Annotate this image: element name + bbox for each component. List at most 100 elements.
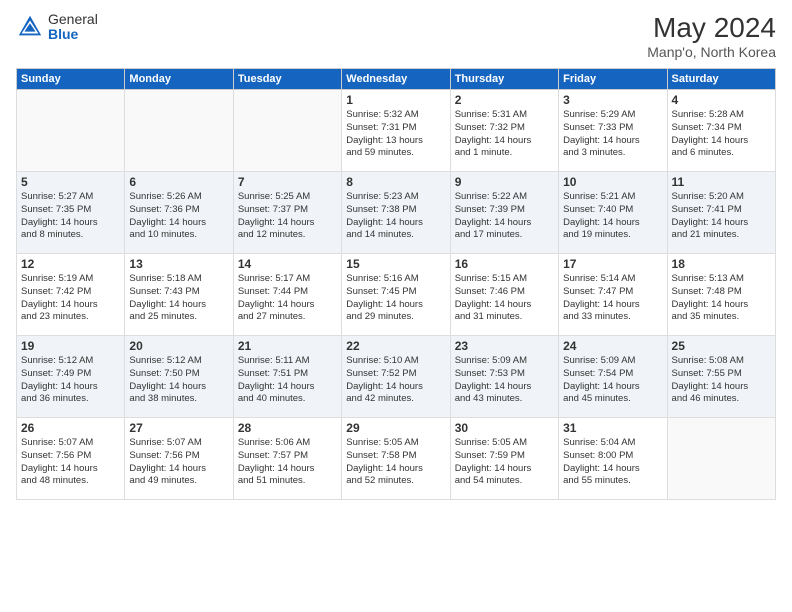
day-info: Sunrise: 5:23 AMSunset: 7:38 PMDaylight:…: [346, 191, 445, 242]
calendar-day-cell: 28 Sunrise: 5:06 AMSunset: 7:57 PMDayligh…: [233, 418, 341, 500]
day-info: Sunrise: 5:10 AMSunset: 7:52 PMDaylight:…: [346, 355, 445, 406]
calendar-day-cell: 12 Sunrise: 5:19 AMSunset: 7:42 PMDayligh…: [17, 254, 125, 336]
calendar-title: May 2024: [647, 12, 776, 44]
day-number: 17: [563, 257, 662, 271]
day-info: Sunrise: 5:11 AMSunset: 7:51 PMDaylight:…: [238, 355, 337, 406]
calendar-day-cell: 4 Sunrise: 5:28 AMSunset: 7:34 PMDaylight…: [667, 90, 775, 172]
day-number: 12: [21, 257, 120, 271]
day-number: 28: [238, 421, 337, 435]
calendar-day-cell: 14 Sunrise: 5:17 AMSunset: 7:44 PMDayligh…: [233, 254, 341, 336]
calendar-day-cell: 17 Sunrise: 5:14 AMSunset: 7:47 PMDayligh…: [559, 254, 667, 336]
logo-blue: Blue: [48, 27, 98, 42]
day-info: Sunrise: 5:25 AMSunset: 7:37 PMDaylight:…: [238, 191, 337, 242]
day-number: 8: [346, 175, 445, 189]
day-info: Sunrise: 5:17 AMSunset: 7:44 PMDaylight:…: [238, 273, 337, 324]
day-number: 7: [238, 175, 337, 189]
day-info: Sunrise: 5:12 AMSunset: 7:49 PMDaylight:…: [21, 355, 120, 406]
day-info: Sunrise: 5:07 AMSunset: 7:56 PMDaylight:…: [21, 437, 120, 488]
day-number: 15: [346, 257, 445, 271]
calendar-day-cell: 21 Sunrise: 5:11 AMSunset: 7:51 PMDayligh…: [233, 336, 341, 418]
title-block: May 2024 Manp'o, North Korea: [647, 12, 776, 60]
calendar-day-cell: 13Sunrise: 5:18 AMSunset: 7:43 PMDayligh…: [125, 254, 233, 336]
day-number: 9: [455, 175, 554, 189]
col-sunday: Sunday: [17, 69, 125, 90]
day-info: Sunrise: 5:16 AMSunset: 7:45 PMDaylight:…: [346, 273, 445, 324]
day-info: Sunrise: 5:19 AMSunset: 7:42 PMDaylight:…: [21, 273, 120, 324]
day-info: Sunrise: 5:05 AMSunset: 7:59 PMDaylight:…: [455, 437, 554, 488]
day-number: 25: [672, 339, 771, 353]
calendar-week-row: 26 Sunrise: 5:07 AMSunset: 7:56 PMDayligh…: [17, 418, 776, 500]
calendar-day-cell: 26 Sunrise: 5:07 AMSunset: 7:56 PMDayligh…: [17, 418, 125, 500]
calendar-week-row: 12 Sunrise: 5:19 AMSunset: 7:42 PMDayligh…: [17, 254, 776, 336]
calendar-day-cell: 6 Sunrise: 5:26 AMSunset: 7:36 PMDaylight…: [125, 172, 233, 254]
calendar-day-cell: [125, 90, 233, 172]
day-number: 21: [238, 339, 337, 353]
col-thursday: Thursday: [450, 69, 558, 90]
calendar-day-cell: 11Sunrise: 5:20 AMSunset: 7:41 PMDayligh…: [667, 172, 775, 254]
calendar-day-cell: 3Sunrise: 5:29 AMSunset: 7:33 PMDaylight…: [559, 90, 667, 172]
day-info: Sunrise: 5:08 AMSunset: 7:55 PMDaylight:…: [672, 355, 771, 406]
col-tuesday: Tuesday: [233, 69, 341, 90]
day-number: 22: [346, 339, 445, 353]
calendar-day-cell: 5 Sunrise: 5:27 AMSunset: 7:35 PMDaylight…: [17, 172, 125, 254]
day-number: 2: [455, 93, 554, 107]
day-info: Sunrise: 5:31 AMSunset: 7:32 PMDaylight:…: [455, 109, 554, 160]
calendar-day-cell: 1 Sunrise: 5:32 AMSunset: 7:31 PMDaylight…: [342, 90, 450, 172]
calendar-day-cell: 20 Sunrise: 5:12 AMSunset: 7:50 PMDayligh…: [125, 336, 233, 418]
day-number: 23: [455, 339, 554, 353]
day-info: Sunrise: 5:07 AMSunset: 7:56 PMDaylight:…: [129, 437, 228, 488]
calendar-day-cell: 27Sunrise: 5:07 AMSunset: 7:56 PMDayligh…: [125, 418, 233, 500]
day-number: 10: [563, 175, 662, 189]
day-number: 4: [672, 93, 771, 107]
calendar-week-row: 19 Sunrise: 5:12 AMSunset: 7:49 PMDayligh…: [17, 336, 776, 418]
calendar-day-cell: 31Sunrise: 5:04 AMSunset: 8:00 PMDayligh…: [559, 418, 667, 500]
day-number: 19: [21, 339, 120, 353]
day-number: 1: [346, 93, 445, 107]
day-number: 31: [563, 421, 662, 435]
calendar-day-cell: 18 Sunrise: 5:13 AMSunset: 7:48 PMDayligh…: [667, 254, 775, 336]
col-monday: Monday: [125, 69, 233, 90]
day-info: Sunrise: 5:05 AMSunset: 7:58 PMDaylight:…: [346, 437, 445, 488]
col-friday: Friday: [559, 69, 667, 90]
day-info: Sunrise: 5:15 AMSunset: 7:46 PMDaylight:…: [455, 273, 554, 324]
day-info: Sunrise: 5:26 AMSunset: 7:36 PMDaylight:…: [129, 191, 228, 242]
day-number: 11: [672, 175, 771, 189]
day-info: Sunrise: 5:27 AMSunset: 7:35 PMDaylight:…: [21, 191, 120, 242]
col-saturday: Saturday: [667, 69, 775, 90]
calendar-day-cell: 7 Sunrise: 5:25 AMSunset: 7:37 PMDaylight…: [233, 172, 341, 254]
day-number: 13: [129, 257, 228, 271]
calendar-day-cell: [233, 90, 341, 172]
day-number: 14: [238, 257, 337, 271]
day-info: Sunrise: 5:09 AMSunset: 7:54 PMDaylight:…: [563, 355, 662, 406]
day-info: Sunrise: 5:22 AMSunset: 7:39 PMDaylight:…: [455, 191, 554, 242]
calendar-day-cell: 19 Sunrise: 5:12 AMSunset: 7:49 PMDayligh…: [17, 336, 125, 418]
calendar-day-cell: [667, 418, 775, 500]
calendar-day-cell: 24Sunrise: 5:09 AMSunset: 7:54 PMDayligh…: [559, 336, 667, 418]
day-number: 16: [455, 257, 554, 271]
header: General Blue May 2024 Manp'o, North Kore…: [16, 12, 776, 60]
day-info: Sunrise: 5:14 AMSunset: 7:47 PMDaylight:…: [563, 273, 662, 324]
day-number: 5: [21, 175, 120, 189]
day-number: 18: [672, 257, 771, 271]
day-info: Sunrise: 5:12 AMSunset: 7:50 PMDaylight:…: [129, 355, 228, 406]
day-info: Sunrise: 5:32 AMSunset: 7:31 PMDaylight:…: [346, 109, 445, 160]
day-number: 26: [21, 421, 120, 435]
day-info: Sunrise: 5:29 AMSunset: 7:33 PMDaylight:…: [563, 109, 662, 160]
logo-text: General Blue: [48, 12, 98, 43]
day-info: Sunrise: 5:13 AMSunset: 7:48 PMDaylight:…: [672, 273, 771, 324]
logo: General Blue: [16, 12, 98, 43]
day-info: Sunrise: 5:28 AMSunset: 7:34 PMDaylight:…: [672, 109, 771, 160]
page: General Blue May 2024 Manp'o, North Kore…: [0, 0, 792, 612]
col-wednesday: Wednesday: [342, 69, 450, 90]
calendar-day-cell: 22 Sunrise: 5:10 AMSunset: 7:52 PMDayligh…: [342, 336, 450, 418]
calendar-day-cell: 29Sunrise: 5:05 AMSunset: 7:58 PMDayligh…: [342, 418, 450, 500]
calendar-day-cell: 8 Sunrise: 5:23 AMSunset: 7:38 PMDaylight…: [342, 172, 450, 254]
day-info: Sunrise: 5:21 AMSunset: 7:40 PMDaylight:…: [563, 191, 662, 242]
calendar-day-cell: 2 Sunrise: 5:31 AMSunset: 7:32 PMDaylight…: [450, 90, 558, 172]
day-number: 6: [129, 175, 228, 189]
calendar-day-cell: 16 Sunrise: 5:15 AMSunset: 7:46 PMDayligh…: [450, 254, 558, 336]
day-info: Sunrise: 5:06 AMSunset: 7:57 PMDaylight:…: [238, 437, 337, 488]
calendar-week-row: 1 Sunrise: 5:32 AMSunset: 7:31 PMDaylight…: [17, 90, 776, 172]
day-number: 20: [129, 339, 228, 353]
calendar-day-cell: 10 Sunrise: 5:21 AMSunset: 7:40 PMDayligh…: [559, 172, 667, 254]
